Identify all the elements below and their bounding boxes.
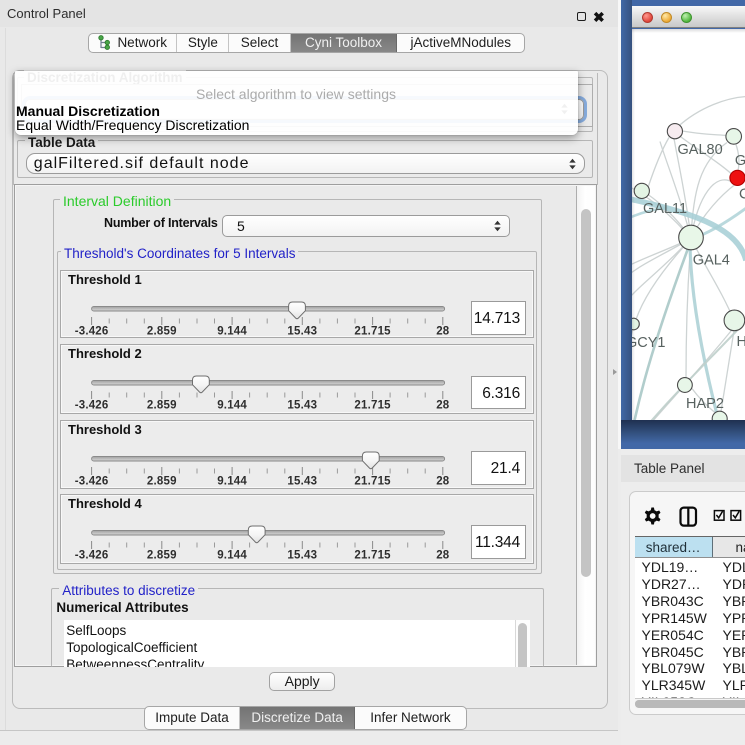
- svg-text:GCY1: GCY1: [632, 335, 666, 351]
- svg-text:15.43: 15.43: [287, 549, 317, 561]
- svg-text:21.715: 21.715: [354, 549, 391, 561]
- svg-text:28: 28: [436, 400, 450, 412]
- svg-text:21.715: 21.715: [354, 475, 391, 487]
- svg-text:2.859: 2.859: [147, 549, 177, 561]
- svg-text:2.859: 2.859: [147, 475, 177, 487]
- svg-text:21.715: 21.715: [354, 325, 391, 337]
- svg-text:HI: HI: [737, 334, 745, 350]
- svg-text:28: 28: [436, 549, 450, 561]
- svg-text:15.43: 15.43: [287, 400, 317, 412]
- svg-text:9.144: 9.144: [217, 549, 247, 561]
- svg-text:HAP2: HAP2: [686, 396, 724, 412]
- svg-text:2.859: 2.859: [147, 400, 177, 412]
- svg-text:28: 28: [436, 475, 450, 487]
- svg-text:-3.426: -3.426: [75, 475, 109, 487]
- svg-text:GAL11: GAL11: [643, 201, 687, 217]
- svg-text:GAL80: GAL80: [678, 142, 723, 158]
- svg-text:21.715: 21.715: [354, 400, 391, 412]
- svg-text:-3.426: -3.426: [75, 400, 109, 412]
- svg-text:9.144: 9.144: [217, 475, 247, 487]
- svg-text:GAL4: GAL4: [693, 252, 730, 268]
- svg-text:9.144: 9.144: [217, 400, 247, 412]
- svg-text:-3.426: -3.426: [75, 325, 109, 337]
- svg-text:28: 28: [436, 325, 450, 337]
- svg-text:-3.426: -3.426: [75, 549, 109, 561]
- svg-text:GA: GA: [735, 153, 745, 169]
- svg-text:C: C: [739, 186, 745, 202]
- svg-text:9.144: 9.144: [217, 325, 247, 337]
- svg-text:2.859: 2.859: [147, 325, 177, 337]
- svg-text:15.43: 15.43: [287, 475, 317, 487]
- svg-text:15.43: 15.43: [287, 325, 317, 337]
